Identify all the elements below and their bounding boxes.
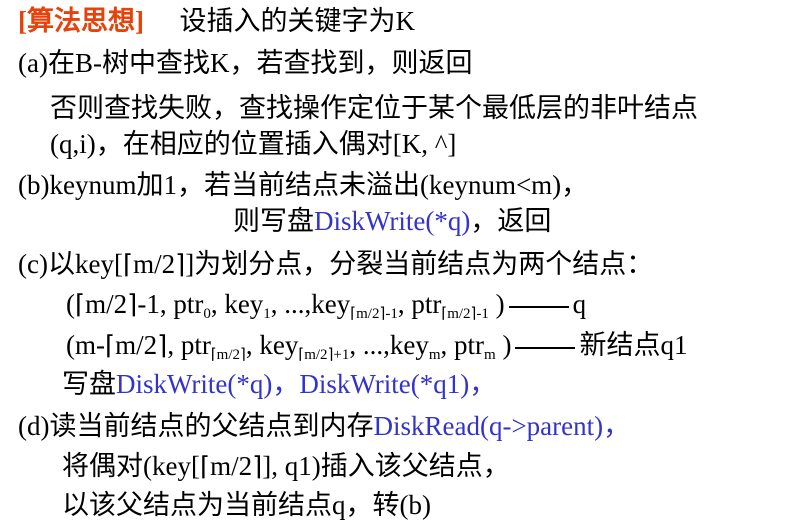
ceil-left-icon: ⌈ xyxy=(199,452,211,482)
arrow-dash xyxy=(508,305,569,308)
step-d-pre: (d)读当前结点的父结点到内存 xyxy=(18,411,374,441)
q1-sub-k: ⌈m/2⌉+1 xyxy=(298,345,350,363)
q-p3: , ...,key xyxy=(270,289,351,319)
step-a-line1: (a)在B-树中查找K，若查找到，则返回 xyxy=(18,48,473,78)
step-c-ceil-expr: m/2 xyxy=(133,249,176,279)
q-sub1: 1 xyxy=(263,306,271,322)
ceil-left-icon: ⌈ xyxy=(122,250,134,280)
algorithm-tag: [算法思想] xyxy=(18,6,144,36)
step-d-line1: (d)读当前结点的父结点到内存DiskRead(q->parent)， xyxy=(18,409,630,443)
step-b-line2: 则写盘DiskWrite(*q)，返回 xyxy=(233,204,551,238)
ceil-right-icon: ⌉ xyxy=(252,452,263,482)
step-c-pre: (c)以key[ xyxy=(18,249,123,279)
step-a-line2: 否则查找失败，查找操作定位于某个最低层的非叶结点 xyxy=(50,93,698,123)
diskwrite-q-code: DiskWrite(*q) xyxy=(314,206,471,236)
ceil-left-icon: ⌈ xyxy=(104,331,116,361)
q-open: ( xyxy=(66,289,75,319)
q-sub-k: ⌈m/2⌉-1 xyxy=(350,304,398,322)
q-target: q xyxy=(572,289,587,319)
q1-close: ) xyxy=(495,330,512,360)
q1-p3: , ...,key xyxy=(349,330,429,360)
q1-sub-pm: m xyxy=(484,347,496,363)
q-sub0: 0 xyxy=(203,306,211,322)
ceil-right-icon: ⌉ xyxy=(127,290,138,320)
ceil-right-icon: ⌉ xyxy=(157,331,168,361)
step-d-line2-post: ], q1)插入该父结点， xyxy=(262,451,510,481)
q-close: ) xyxy=(488,289,505,319)
q-p1: -1, ptr xyxy=(137,289,204,319)
step-a-line3: (q,i)，在相应的位置插入偶对[K, ^] xyxy=(50,129,457,159)
step-b-line1: (b)keynum加1，若当前结点未溢出(keynum<m)， xyxy=(18,170,589,200)
heading-line: [算法思想] 设插入的关键字为K xyxy=(18,4,415,38)
arrow-dash xyxy=(515,346,576,349)
step-d-line2: 将偶对(key[⌈m/2⌉], q1)插入该父结点， xyxy=(62,449,510,484)
q1-ceil: m/2 xyxy=(115,330,158,360)
step-c-line1: (c)以key[⌈m/2⌉]为划分点，分裂当前结点为两个结点： xyxy=(18,247,653,282)
split-q1-line: (m-⌈m/2⌉, ptr⌈m/2⌉, key⌈m/2⌉+1, ...,keym… xyxy=(66,328,687,363)
q1-target: 新结点q1 xyxy=(579,330,688,360)
heading-text: 设插入的关键字为K xyxy=(179,6,415,36)
q-sub-p: ⌈m/2⌉-1 xyxy=(441,304,489,322)
q-p2: , key xyxy=(210,289,264,319)
step-d-line3: 以该父结点为当前结点q，转(b) xyxy=(62,490,431,520)
ceil-right-icon: ⌉ xyxy=(175,250,186,280)
q1-p1: , ptr xyxy=(167,330,211,360)
q1-open: (m- xyxy=(66,330,105,360)
step-c-write-line: 写盘DiskWrite(*q)，DiskWrite(*q1)， xyxy=(62,367,496,401)
split-q-line: (⌈m/2⌉-1, ptr0, key1, ...,key⌈m/2⌉-1, pt… xyxy=(66,287,586,322)
q-ceil: m/2 xyxy=(85,289,128,319)
step-b-write-label: 则写盘 xyxy=(233,206,314,236)
q-p4: , ptr xyxy=(397,289,442,319)
diskwrite-q-q1-code: DiskWrite(*q)，DiskWrite(*q1)， xyxy=(116,369,497,399)
q1-sub-m: m xyxy=(428,347,441,363)
q1-p4: , ptr xyxy=(440,330,485,360)
step-d-line2-pre: 将偶对(key[ xyxy=(62,451,200,481)
q1-sub-p: ⌈m/2⌉ xyxy=(210,345,246,363)
diskread-code: DiskRead(q->parent)， xyxy=(373,411,631,441)
step-b-return: ，返回 xyxy=(470,206,552,236)
q1-p2: , key xyxy=(245,330,299,360)
step-c-post: ]为划分点，分裂当前结点为两个结点： xyxy=(185,249,654,279)
ceil-left-icon: ⌈ xyxy=(75,290,86,320)
step-c-write-label: 写盘 xyxy=(62,369,116,399)
step-d-ceil: m/2 xyxy=(210,451,253,481)
